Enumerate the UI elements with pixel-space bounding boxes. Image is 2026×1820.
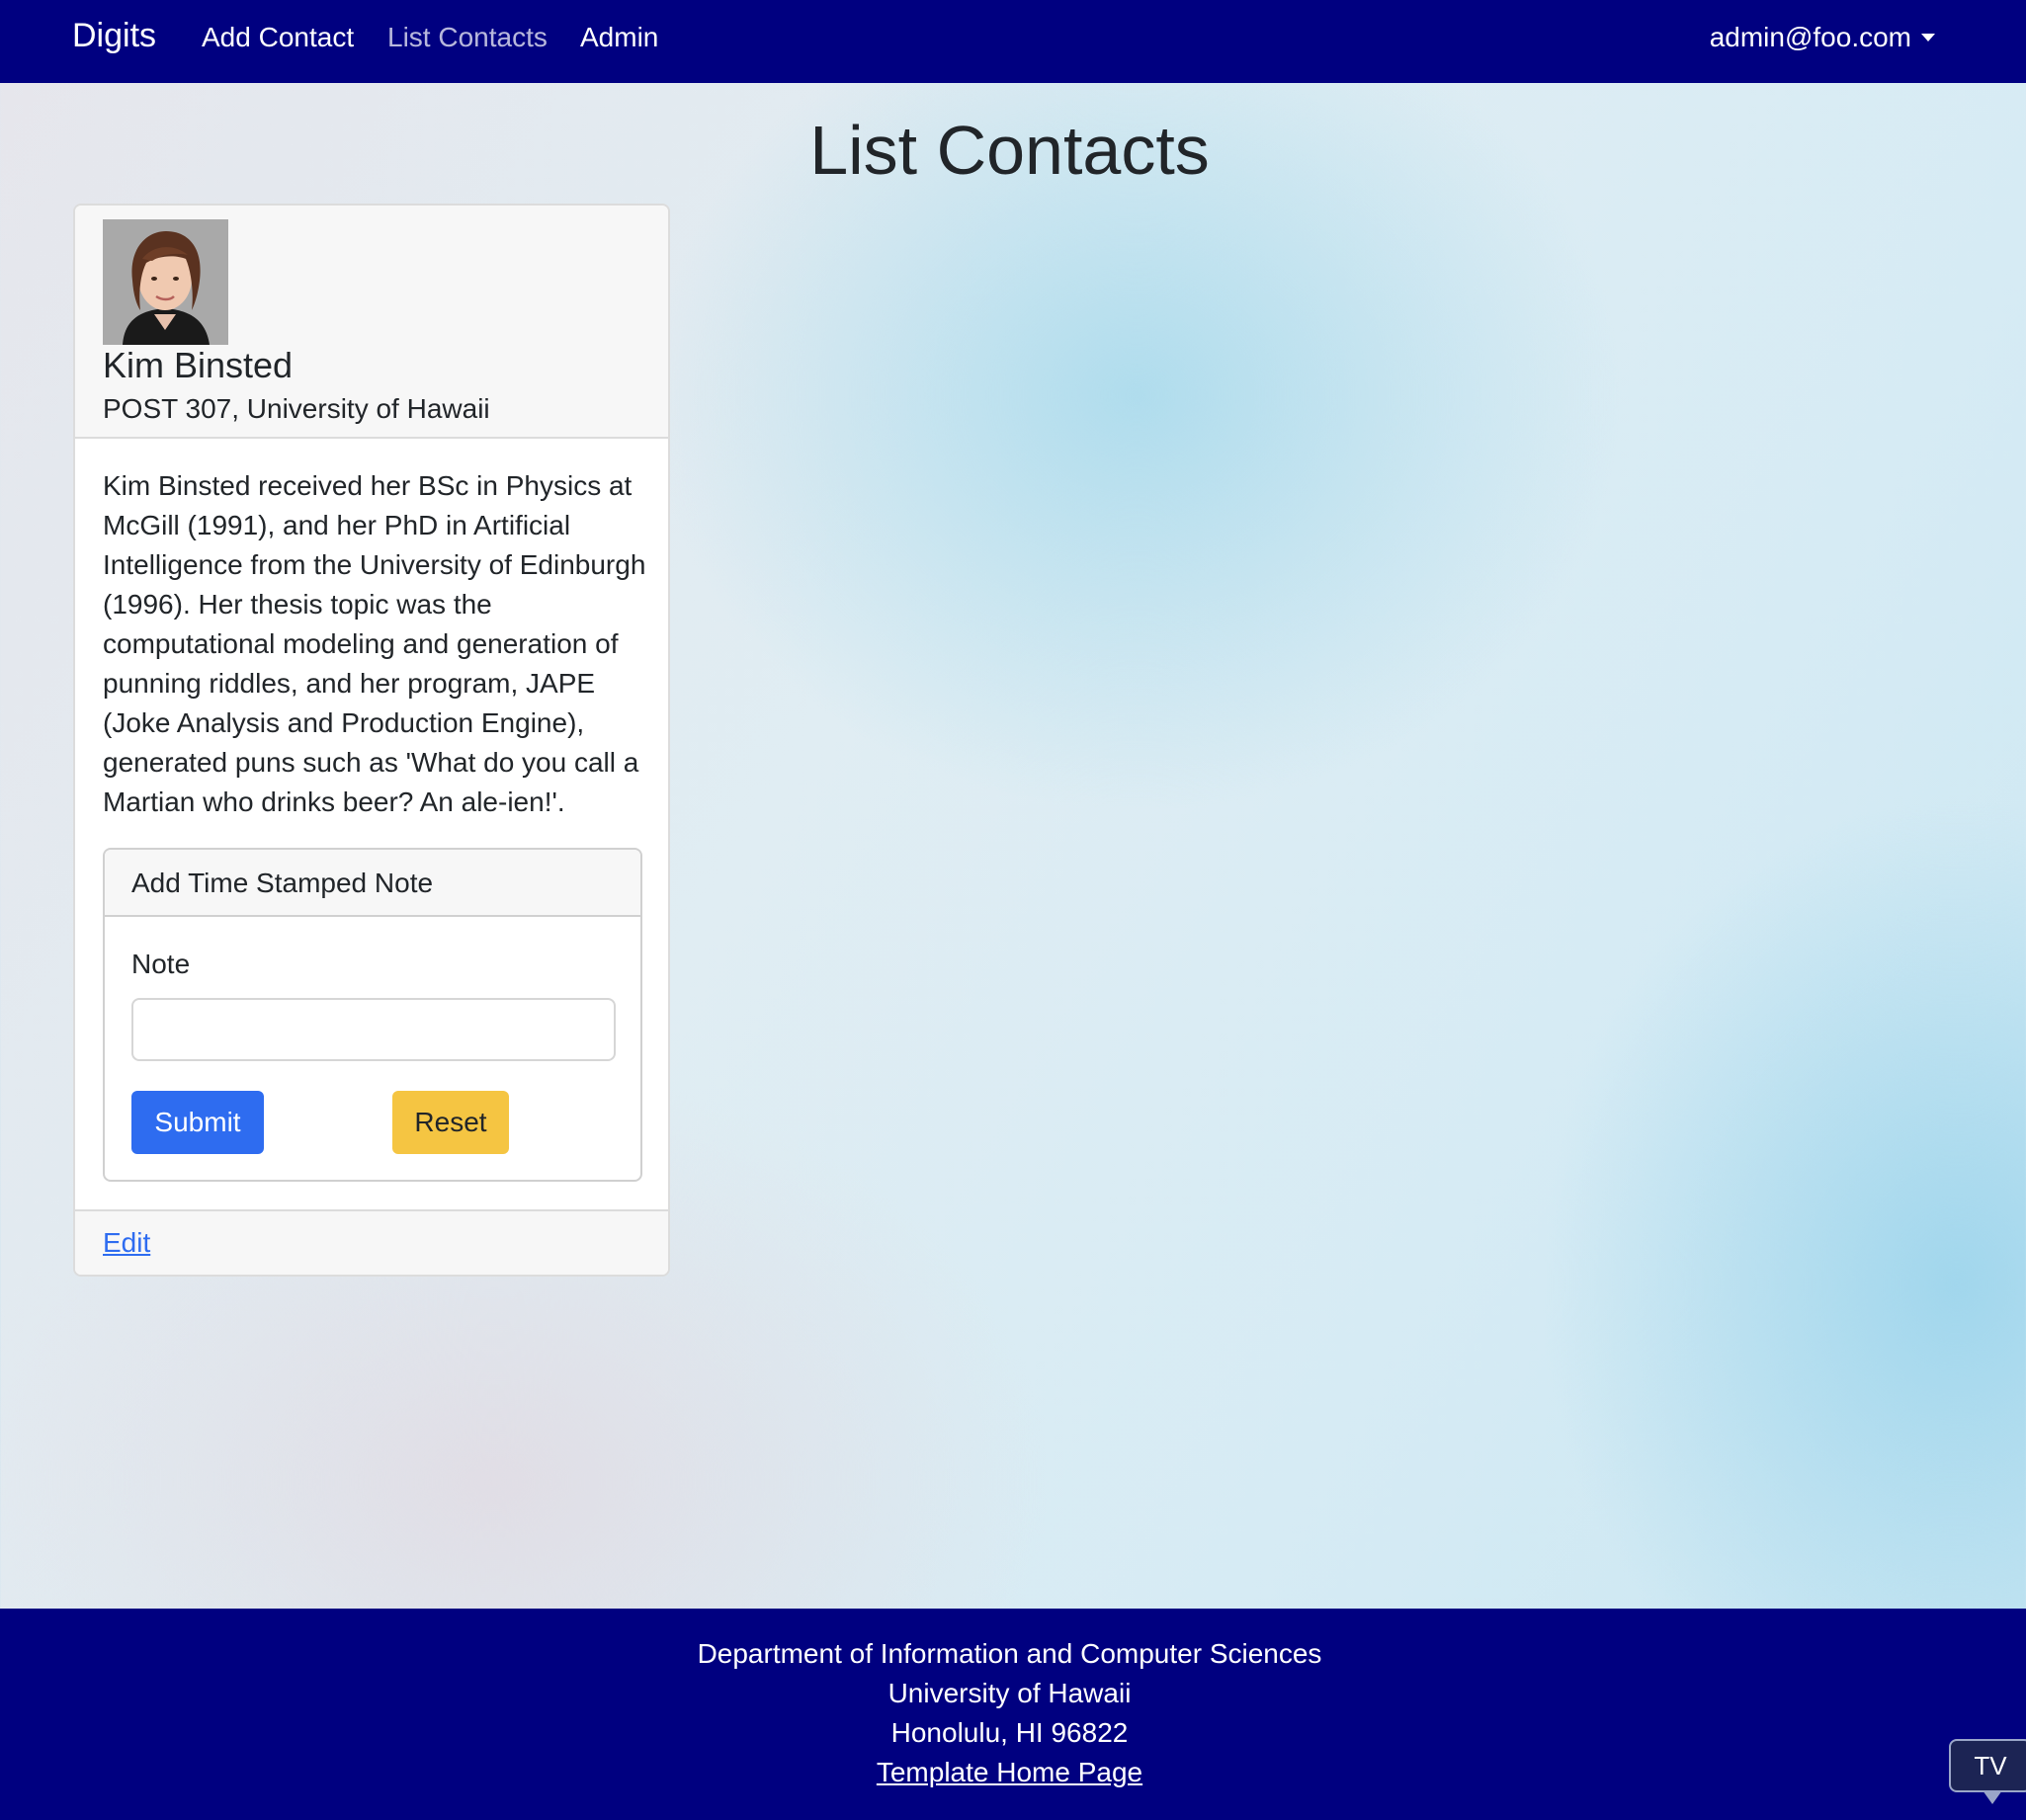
avatar-photo-icon — [103, 219, 228, 345]
contact-name: Kim Binsted — [103, 345, 294, 385]
nav-list-contacts[interactable]: List Contacts — [387, 20, 548, 55]
page-title: List Contacts — [809, 112, 1210, 189]
contact-card-header: Kim Binsted POST 307, University of Hawa… — [75, 206, 668, 439]
contact-address: POST 307, University of Hawaii — [103, 393, 490, 424]
template-home-link[interactable]: Template Home Page — [877, 1757, 1142, 1787]
page-footer: Department of Information and Computer S… — [0, 1609, 2026, 1820]
tv-badge-pointer-icon — [1983, 1790, 2002, 1804]
nav-admin[interactable]: Admin — [580, 20, 658, 55]
footer-city: Honolulu, HI 96822 — [890, 1717, 1129, 1748]
contact-card-footer: Edit — [75, 1209, 668, 1275]
reset-button[interactable]: Reset — [392, 1091, 509, 1154]
tv-badge-button[interactable]: TV — [1949, 1739, 2026, 1792]
chevron-down-icon — [1921, 34, 1935, 41]
add-note-title: Add Time Stamped Note — [131, 868, 434, 898]
note-label: Note — [131, 949, 191, 979]
top-navbar: Digits Add Contact List Contacts Admin a… — [0, 0, 2026, 83]
nav-add-contact[interactable]: Add Contact — [202, 20, 354, 55]
submit-button[interactable]: Submit — [131, 1091, 264, 1154]
avatar — [103, 219, 228, 345]
user-email: admin@foo.com — [1709, 22, 1911, 52]
add-note-header: Add Time Stamped Note — [105, 850, 640, 917]
contact-description: Kim Binsted received her BSc in Physics … — [103, 470, 646, 817]
add-note-panel: Add Time Stamped Note Note Submit Reset — [103, 848, 642, 1182]
contact-card: Kim Binsted POST 307, University of Hawa… — [73, 204, 670, 1277]
user-dropdown[interactable]: admin@foo.com — [1710, 20, 1935, 55]
footer-department: Department of Information and Computer S… — [697, 1638, 1322, 1669]
edit-link[interactable]: Edit — [103, 1225, 150, 1261]
brand-link[interactable]: Digits — [72, 15, 156, 56]
footer-text: Department of Information and Computer S… — [0, 1634, 2019, 1792]
note-input[interactable] — [131, 998, 616, 1061]
footer-university: University of Hawaii — [887, 1678, 1132, 1708]
